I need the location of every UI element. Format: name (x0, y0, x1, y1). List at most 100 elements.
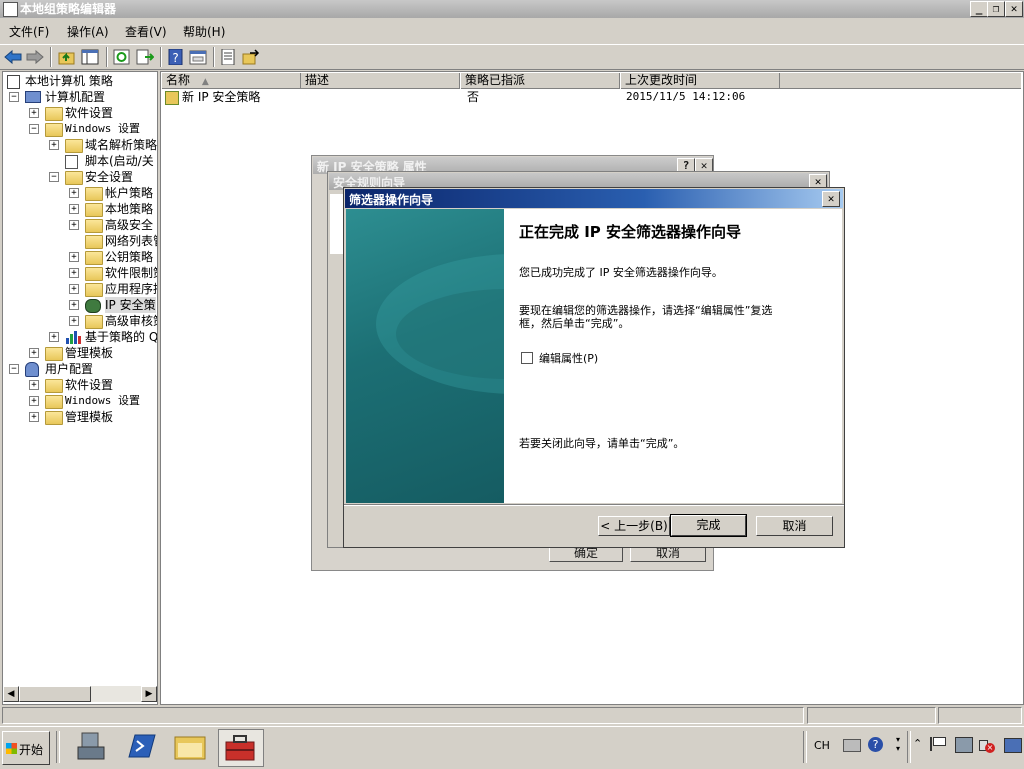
restore-button[interactable]: ❐ (987, 1, 1005, 17)
language-indicator[interactable]: CH (814, 739, 830, 752)
tree-item-windows-settings[interactable]: − Windows 设置 (5, 121, 155, 137)
volume-muted-icon[interactable]: × (979, 737, 995, 753)
tree-item-app-control[interactable]: + 应用程序控 (5, 281, 157, 297)
close-button[interactable]: ✕ (822, 191, 840, 207)
minimize-button[interactable]: _ (970, 1, 988, 17)
explorer-icon[interactable] (173, 731, 207, 761)
script-icon (65, 155, 78, 169)
network-icon[interactable] (955, 737, 973, 753)
expand-toggle[interactable]: + (69, 220, 79, 230)
expand-toggle[interactable]: + (69, 188, 79, 198)
cancel-button[interactable]: 取消 (756, 516, 833, 536)
tree-item-local-policies[interactable]: + 本地策略 (5, 201, 155, 217)
menu-action[interactable]: 操作(A) (67, 24, 109, 40)
menu-view[interactable]: 查看(V) (125, 24, 167, 40)
folder-icon (85, 219, 103, 233)
tree-item-user-windows[interactable]: + Windows 设置 (5, 393, 155, 409)
tree-item-user-admin-templates[interactable]: + 管理模板 (5, 409, 155, 425)
tree-item-name-resolution[interactable]: + 域名解析策略 (5, 137, 157, 153)
refresh-icon[interactable] (113, 49, 131, 65)
expand-toggle[interactable]: + (49, 140, 59, 150)
policy-icon[interactable] (220, 49, 238, 65)
expand-toggle[interactable]: + (69, 300, 79, 310)
menu-help[interactable]: 帮助(H) (183, 24, 225, 40)
tree-label: 公钥策略 (105, 250, 154, 264)
column-header-name[interactable]: 名称 ▲ (162, 73, 301, 89)
window-titlebar[interactable]: 本地组策略编辑器 _ ❐ ✕ (0, 0, 1024, 18)
keyboard-icon[interactable] (843, 739, 861, 752)
toolbar-separator (50, 47, 52, 67)
expand-toggle[interactable]: + (69, 268, 79, 278)
edit-properties-checkbox[interactable] (521, 352, 533, 364)
expand-toggle[interactable]: + (29, 108, 39, 118)
tree-item-user-config[interactable]: − 用户配置 (5, 361, 155, 377)
close-button[interactable]: ✕ (1005, 1, 1023, 17)
expand-toggle[interactable]: + (69, 316, 79, 326)
folder-icon (85, 315, 103, 329)
expand-toggle[interactable]: + (69, 284, 79, 294)
tree-item-account-policies[interactable]: + 帐户策略 (5, 185, 155, 201)
tree-item-network-list[interactable]: 网络列表管 (5, 233, 157, 249)
flag-icon[interactable] (930, 737, 946, 751)
back-button[interactable]: < 上一步(B) (598, 516, 670, 536)
wizard-decoration (376, 254, 504, 394)
collapse-toggle[interactable]: − (9, 364, 19, 374)
tree-item-public-key[interactable]: + 公钥策略 (5, 249, 155, 265)
tree-item-software-restriction[interactable]: + 软件限制策 (5, 265, 157, 281)
expand-toggle[interactable]: + (69, 204, 79, 214)
help-icon[interactable]: ? (167, 49, 185, 65)
scroll-left-button[interactable]: ◀ (3, 686, 19, 702)
expand-toggle[interactable]: + (29, 380, 39, 390)
scroll-thumb[interactable] (19, 686, 91, 702)
expand-toggle[interactable]: + (49, 332, 59, 342)
tree-item-computer-config[interactable]: − 计算机配置 (5, 89, 155, 105)
help-icon[interactable]: ? (868, 737, 883, 752)
powershell-icon[interactable] (124, 731, 158, 761)
tree-item-qos[interactable]: + 基于策略的 Q (5, 329, 157, 345)
expand-toggle[interactable]: + (69, 252, 79, 262)
assign-icon[interactable] (242, 49, 260, 65)
column-header-assigned[interactable]: 策略已指派 (461, 73, 620, 89)
toolbox-icon[interactable] (223, 732, 257, 762)
expand-toggle[interactable]: + (29, 412, 39, 422)
collapse-toggle[interactable]: − (9, 92, 19, 102)
column-header-description[interactable]: 描述 (301, 73, 460, 89)
dialog-titlebar[interactable]: 筛选器操作向导 ✕ (345, 189, 843, 208)
expand-toggle[interactable]: + (29, 396, 39, 406)
tree-item-admin-templates[interactable]: + 管理模板 (5, 345, 155, 361)
tree-hscrollbar[interactable]: ◀ ▶ (3, 686, 157, 702)
tree-item-user-software[interactable]: + 软件设置 (5, 377, 155, 393)
back-icon[interactable] (4, 49, 22, 65)
tree-item-advanced-security[interactable]: + 高级安全 (5, 217, 155, 233)
properties-icon[interactable] (189, 49, 207, 65)
folder-icon (85, 283, 103, 297)
show-hide-tree-icon[interactable] (81, 49, 99, 65)
menu-file[interactable]: 文件(F) (9, 24, 49, 40)
server-manager-icon[interactable] (74, 731, 108, 761)
user-icon (25, 362, 39, 377)
start-button[interactable]: 开始 (2, 731, 50, 765)
table-row[interactable]: 新 IP 安全策略 否 2015/11/5 14:12:06 (162, 89, 862, 105)
finish-button[interactable]: 完成 (670, 514, 747, 537)
arrow-icon[interactable]: ⌃ (913, 737, 922, 750)
ime-options-icon[interactable]: ▾ ▾ (893, 735, 903, 753)
tree-item-software-settings[interactable]: + 软件设置 (5, 105, 155, 121)
up-folder-icon[interactable] (58, 49, 76, 65)
tree-label: 用户配置 (45, 362, 94, 376)
tree-label: 软件设置 (65, 106, 114, 120)
tree-item-advanced-audit[interactable]: + 高级审核策 (5, 313, 157, 329)
tree-item-ip-security[interactable]: + IP 安全策 (5, 297, 156, 313)
column-header-modified[interactable]: 上次更改时间 (621, 73, 780, 89)
edit-properties-label[interactable]: 编辑属性(P) (539, 350, 598, 366)
expand-toggle[interactable]: + (29, 348, 39, 358)
scroll-right-button[interactable]: ▶ (141, 686, 157, 702)
tree-item-scripts[interactable]: 脚本(启动/关 (5, 153, 155, 169)
forward-icon[interactable] (26, 49, 44, 65)
start-label: 开始 (19, 743, 44, 757)
collapse-toggle[interactable]: − (49, 172, 59, 182)
tree-item-security-settings[interactable]: − 安全设置 (5, 169, 155, 185)
export-list-icon[interactable] (136, 49, 154, 65)
collapse-toggle[interactable]: − (29, 124, 39, 134)
tree-pane[interactable]: 本地计算机 策略 − 计算机配置 + 软件设置 − Windows 设置 + 域… (2, 71, 158, 705)
show-desktop-icon[interactable] (1004, 738, 1022, 753)
